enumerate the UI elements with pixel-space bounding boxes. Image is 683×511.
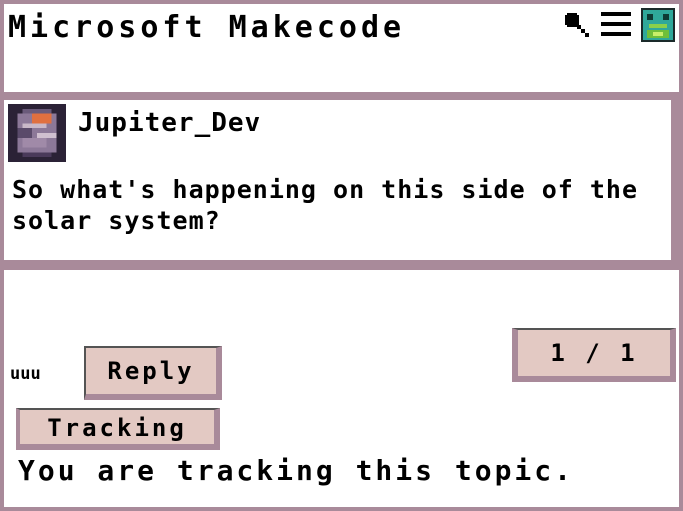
reply-button[interactable]: Reply [84,346,222,400]
author-avatar[interactable] [8,104,66,162]
menu-icon[interactable] [601,10,631,40]
header-divider [4,92,679,100]
page-indicator-button[interactable]: 1 / 1 [512,328,676,382]
post-author[interactable]: Jupiter_Dev [78,108,261,138]
app-title: Microsoft Makecode [8,10,406,45]
post-divider [4,260,679,270]
search-icon[interactable] [563,11,591,39]
topic-footer: uuu Reply 1 / 1 Tracking You are trackin… [4,270,679,507]
header-icons [563,8,675,42]
tracking-status: You are tracking this topic. [18,454,575,487]
top-bar: Microsoft Makecode [4,4,679,92]
user-tag: uuu [10,364,41,384]
post-card: Jupiter_Dev So what's happening on this … [4,100,671,260]
user-avatar-icon[interactable] [641,8,675,42]
app-frame: Microsoft Makecode Jupiter_Dev So what's… [4,4,679,507]
post-border [671,100,679,264]
post-body: So what's happening on this side of the … [12,175,638,235]
tracking-button[interactable]: Tracking [16,408,220,450]
